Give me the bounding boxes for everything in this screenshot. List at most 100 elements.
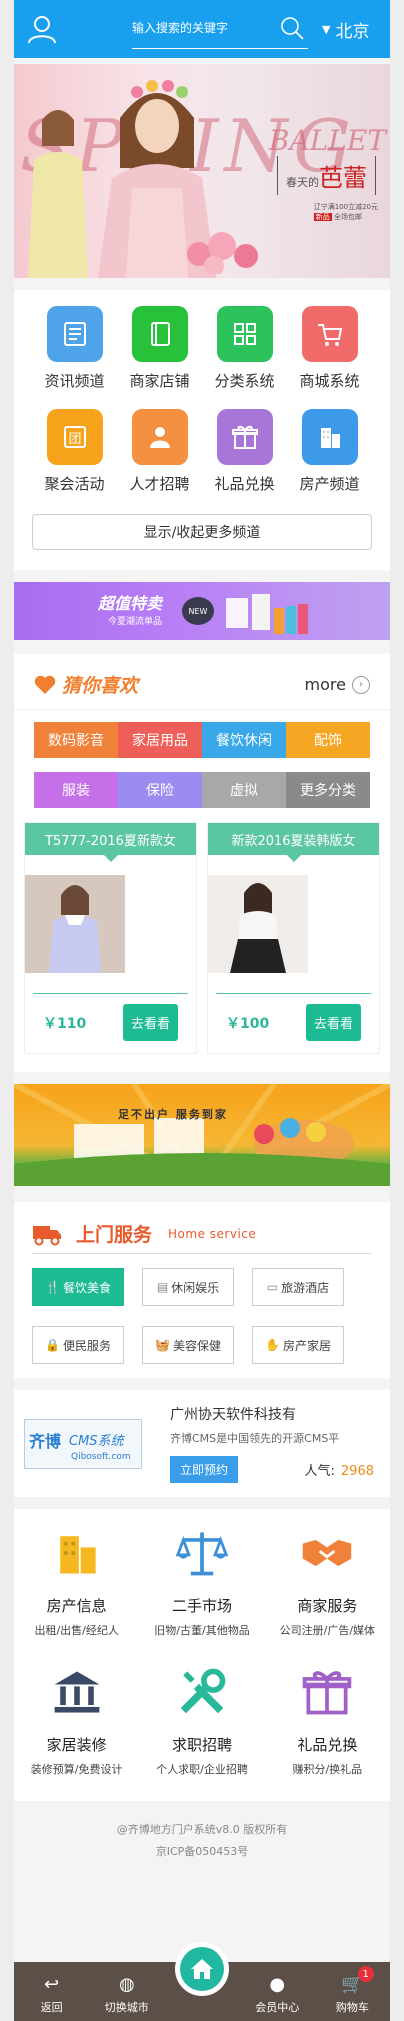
product-card[interactable]: T5777-2016夏新款女 ￥110 去看看	[24, 822, 197, 1054]
category-tag[interactable]: 虚拟	[202, 772, 286, 808]
channel-label: 分类系统	[214, 372, 275, 390]
category-title: 二手市场	[171, 1597, 232, 1615]
channel-item[interactable]: 礼品兑换	[202, 409, 287, 494]
category-tag[interactable]: 服装	[34, 772, 118, 808]
service-banner-text: 足不出户 服务到家	[118, 1108, 228, 1121]
channel-item[interactable]: 资讯频道	[32, 306, 117, 391]
icp-number: 京ICP备050453号	[155, 1845, 249, 1858]
city-selector[interactable]: ▼ 北京	[322, 17, 369, 42]
category-grid: 房产信息 出租/出售/经纪人 二手市场 旧物/古董/其他物品 商家服务 公司注册…	[14, 1525, 390, 1777]
deal-subtitle: 今夏潮流单品	[108, 617, 163, 627]
view-product-button[interactable]: 去看看	[122, 1004, 178, 1041]
category-tag[interactable]: 数码影音	[34, 722, 118, 758]
service-banner[interactable]: 足不出户 服务到家	[14, 1084, 390, 1186]
book-now-button[interactable]: 立即预约	[170, 1456, 239, 1483]
channel-label: 人才招聘	[129, 475, 190, 493]
category-subtitle: 公司注册/广告/媒体	[279, 1624, 376, 1637]
globe-icon: ◍	[118, 1974, 135, 1995]
category-tag[interactable]: 家居用品	[118, 722, 202, 758]
category-item[interactable]: 礼品兑换 赚积分/换礼品	[265, 1664, 390, 1777]
service-button[interactable]: 🍴 餐饮美食	[32, 1268, 124, 1306]
category-title: 家居装修	[46, 1736, 107, 1754]
back-icon: ↩	[44, 1974, 60, 1995]
cart-icon: 🛒 1	[341, 1966, 374, 1995]
home-button[interactable]	[175, 1942, 229, 1996]
lock-icon: 🔒	[45, 1338, 60, 1352]
category-subtitle: 个人求职/企业招聘	[156, 1763, 248, 1776]
person-icon	[131, 409, 188, 465]
house-columns-icon	[49, 1664, 105, 1720]
channel-item[interactable]: 商家店铺	[117, 306, 202, 391]
channel-label: 房产频道	[299, 475, 360, 493]
page: ▼ 北京 SPRING BALLET 春天的芭蕾 辽宁满100立减20元 新品 …	[14, 0, 390, 2021]
category-item[interactable]: 家居装修 装修预算/免费设计	[14, 1664, 139, 1777]
product-price: ￥100	[226, 1015, 270, 1032]
service-button[interactable]: ▭ 旅游酒店	[252, 1268, 344, 1306]
cart-icon	[301, 306, 358, 362]
category-item[interactable]: 求职招聘 个人求职/企业招聘	[139, 1664, 264, 1777]
channel-item[interactable]: 商城系统	[287, 306, 372, 391]
service-label: 餐饮美食	[62, 1280, 111, 1295]
nav-cart[interactable]: 🛒 1 购物车	[315, 1962, 390, 2021]
home-service-header: 上门服务 Home service	[32, 1214, 372, 1254]
product-price: ￥110	[43, 1015, 87, 1032]
hero-banner[interactable]: SPRING BALLET 春天的芭蕾 辽宁满100立减20元 新品 全场包邮	[14, 64, 390, 278]
guess-more-link[interactable]: more ›	[305, 675, 370, 694]
promo-new-badge: 新品	[313, 213, 332, 221]
product-footer: ￥100 去看看	[216, 993, 371, 1053]
nav-back[interactable]: ↩ 返回	[14, 1962, 89, 2021]
truck-icon	[33, 1225, 61, 1245]
user-icon[interactable]	[26, 13, 58, 45]
service-button[interactable]: 🧺 美容保健	[142, 1326, 234, 1364]
card-icon: ▭	[266, 1280, 279, 1294]
product-image	[208, 875, 308, 973]
category-grid-icon	[216, 306, 273, 362]
deal-new-badge: NEW	[182, 597, 214, 625]
product-title: T5777-2016夏新款女	[25, 823, 196, 862]
category-tag[interactable]: 配饰	[286, 722, 370, 758]
service-label: 旅游酒店	[281, 1280, 330, 1295]
nav-label: 返回	[40, 2001, 63, 2014]
banner-ballet-text: BALLET	[268, 124, 386, 157]
category-item[interactable]: 房产信息 出租/出售/经纪人	[14, 1525, 139, 1638]
channel-item[interactable]: 团 聚会活动	[32, 409, 117, 494]
category-tag[interactable]: 餐饮休闲	[202, 722, 286, 758]
service-button[interactable]: 🔒 便民服务	[32, 1326, 124, 1364]
home-service-section: 上门服务 Home service 🍴 餐饮美食 ▤ 休闲娱乐 ▭ 旅游酒店 🔒 便民服务 🧺 美…	[14, 1202, 390, 1378]
super-deal-banner[interactable]: 超值特卖 今夏潮流单品 NEW	[14, 582, 390, 640]
product-image	[25, 875, 125, 973]
nav-label: 购物车	[335, 2001, 369, 2014]
channel-label: 资讯频道	[44, 372, 105, 390]
channel-item[interactable]: 人才招聘	[117, 409, 202, 494]
category-item[interactable]: 商家服务 公司注册/广告/媒体	[265, 1525, 390, 1638]
service-button[interactable]: ▤ 休闲娱乐	[142, 1268, 234, 1306]
popularity-value: 2968	[340, 1464, 374, 1479]
top-header: ▼ 北京	[14, 0, 390, 58]
popularity: 人气: 2968	[305, 1460, 374, 1479]
home-icon	[191, 1959, 213, 1979]
channel-item[interactable]: 分类系统	[202, 306, 287, 391]
channel-item[interactable]: 房产频道	[287, 409, 372, 494]
nav-switch-city[interactable]: ◍ 切换城市	[89, 1962, 164, 2021]
channel-label: 商城系统	[299, 372, 360, 390]
product-card[interactable]: 新款2016夏装韩版女 ￥100 去看看	[207, 822, 380, 1054]
company-logo: 齐博 CMS系统 Qibosoft.com	[24, 1418, 142, 1469]
company-card[interactable]: 齐博 CMS系统 Qibosoft.com 广州协天软件科技有 齐博CMS是中国…	[14, 1390, 390, 1497]
channel-label: 商家店铺	[129, 372, 190, 390]
nav-member-center[interactable]: ● 会员中心	[240, 1962, 315, 2021]
service-button[interactable]: ✋ 房产家居	[252, 1326, 344, 1364]
category-subtitle: 旧物/古董/其他物品	[154, 1624, 250, 1637]
category-item[interactable]: 二手市场 旧物/古董/其他物品	[139, 1525, 264, 1638]
search-icon[interactable]	[280, 16, 304, 40]
category-title: 求职招聘	[171, 1736, 232, 1754]
category-tag[interactable]: 保险	[118, 772, 202, 808]
search-input[interactable]	[132, 9, 272, 47]
promo-line1: 辽宁满100立减20元	[313, 203, 378, 211]
company-name: 广州协天软件科技有	[170, 1407, 296, 1423]
cart-badge: 1	[357, 1966, 374, 1982]
category-tag[interactable]: 更多分类	[286, 772, 370, 808]
view-product-button[interactable]: 去看看	[305, 1004, 361, 1041]
channel-label: 礼品兑换	[214, 475, 275, 493]
service-label: 便民服务	[62, 1338, 111, 1353]
toggle-more-channels-button[interactable]: 显示/收起更多频道	[32, 514, 372, 550]
